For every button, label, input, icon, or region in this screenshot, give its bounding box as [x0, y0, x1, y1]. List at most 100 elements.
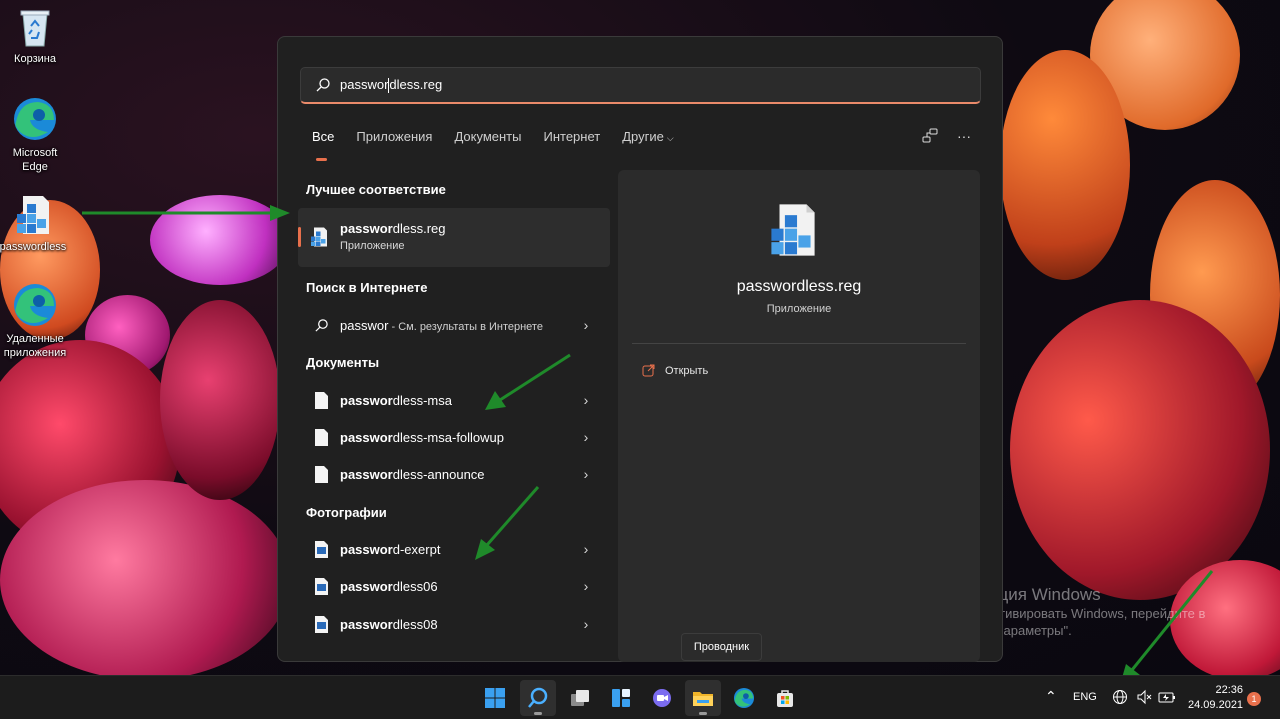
clock[interactable]: 22:36 24.09.2021 — [1188, 683, 1243, 713]
photo-result[interactable]: passwordless08 › — [298, 607, 610, 641]
search-panel: passwordless.reg Все Приложения Документ… — [277, 36, 1003, 662]
web-search-result[interactable]: passwor - См. результаты в Интернете › — [298, 308, 610, 342]
document-result[interactable]: passwordless-announce › — [298, 457, 610, 491]
search-icon — [313, 318, 329, 333]
best-match-name: passwordless.reg — [340, 221, 446, 236]
web-result-suffix: - См. результаты в Интернете — [388, 320, 543, 333]
speaker-muted-icon[interactable] — [1136, 689, 1152, 705]
photo-result[interactable]: passwordless06 › — [298, 569, 610, 603]
folder-icon — [693, 692, 713, 706]
photo-name: passwordless08 — [340, 617, 576, 632]
image-file-icon — [313, 540, 329, 558]
taskbar: ⌃ ENG 22:36 24.09.2021 1 — [0, 675, 1280, 719]
section-photos: Фотографии — [306, 505, 387, 520]
desktop-icon-edge[interactable]: Microsoft Edge — [0, 96, 70, 174]
chevron-right-icon[interactable]: › — [576, 578, 596, 594]
preview-title: passwordless.reg — [736, 278, 862, 295]
match-bold: passwor — [340, 578, 393, 594]
share-button[interactable] — [919, 125, 941, 147]
document-icon — [313, 391, 329, 409]
edge-icon — [14, 284, 56, 326]
chevron-down-icon: ⌵ — [666, 133, 674, 143]
wallpaper-shape — [0, 480, 290, 675]
tab-web[interactable]: Интернет — [532, 129, 611, 153]
wallpaper-shape — [1000, 50, 1130, 280]
document-result[interactable]: passwordless-msa-followup › — [298, 420, 610, 454]
match-bold: passwor — [340, 392, 393, 408]
photo-name: passwordless06 — [340, 579, 576, 594]
open-action[interactable]: Открыть — [642, 364, 708, 377]
preview-type: Приложение — [766, 303, 832, 315]
tab-more-label: Другие — [622, 129, 664, 144]
best-match-type: Приложение — [340, 240, 405, 252]
desktop-icon-recycle-bin[interactable]: Корзина — [0, 8, 70, 66]
document-name: passwordless-announce — [340, 467, 576, 482]
section-web: Поиск в Интернете — [306, 280, 428, 295]
chevron-right-icon[interactable]: › — [576, 392, 596, 408]
best-match-result[interactable]: passwordless.reg Приложение — [298, 208, 610, 267]
match-rest: dless-announce — [392, 466, 485, 482]
edge-icon — [14, 98, 56, 140]
chevron-right-icon[interactable]: › — [576, 541, 596, 557]
match-bold: passwor — [340, 616, 393, 632]
search-query-typed: passwor — [340, 76, 389, 92]
search-input[interactable]: passwordless.reg — [300, 67, 981, 104]
battery-charging-icon[interactable] — [1158, 689, 1176, 705]
document-icon — [313, 465, 329, 483]
match-rest: dless08 — [392, 616, 438, 632]
match-rest: d-exerpt — [392, 541, 441, 557]
edge-taskbar-button[interactable] — [726, 680, 762, 716]
show-hidden-icons-button[interactable]: ⌃ — [1045, 688, 1057, 705]
document-icon — [313, 428, 329, 446]
chat-icon — [653, 689, 671, 707]
start-button[interactable] — [477, 680, 513, 716]
section-documents: Документы — [306, 355, 380, 370]
teams-chat-button[interactable] — [644, 680, 680, 716]
desktop-icon-label: Удаленные приложения — [3, 333, 67, 359]
task-view-icon — [571, 690, 589, 706]
explorer-tooltip: Проводник — [681, 633, 762, 661]
file-explorer-button[interactable] — [685, 680, 721, 716]
chevron-right-icon[interactable]: › — [576, 466, 596, 482]
more-icon: ··· — [957, 128, 971, 144]
photo-name: password-exerpt — [340, 542, 576, 557]
divider — [632, 343, 966, 344]
store-button[interactable] — [767, 680, 803, 716]
open-label: Открыть — [665, 364, 709, 377]
search-taskbar-button[interactable] — [520, 680, 556, 716]
more-options-button[interactable]: ··· — [953, 125, 975, 147]
selection-indicator — [298, 227, 301, 247]
tab-all[interactable]: Все — [312, 129, 345, 161]
notification-badge[interactable]: 1 — [1247, 692, 1261, 706]
desktop-icon-passwordless[interactable]: passwordless — [0, 194, 68, 254]
image-file-icon — [313, 615, 329, 633]
wallpaper-shape — [1010, 300, 1270, 600]
language-indicator[interactable]: ENG — [1073, 691, 1097, 703]
web-query: passwor — [340, 317, 389, 333]
chevron-right-icon[interactable]: › — [576, 317, 596, 333]
photo-result[interactable]: password-exerpt › — [298, 532, 610, 566]
windows-logo-icon — [485, 688, 505, 708]
document-result[interactable]: passwordless-msa › — [298, 383, 610, 417]
match-rest: dless-msa-followup — [392, 429, 505, 445]
store-icon — [777, 690, 793, 707]
tab-apps[interactable]: Приложения — [345, 129, 443, 153]
tab-documents[interactable]: Документы — [443, 129, 532, 153]
search-query-completion: dless.reg — [389, 76, 443, 92]
chevron-right-icon[interactable]: › — [576, 429, 596, 445]
match-bold: passwor — [340, 429, 393, 445]
match-bold: passwor — [340, 221, 393, 236]
preview-pane: passwordless.reg Приложение Открыть — [618, 170, 980, 662]
image-file-icon — [313, 577, 329, 595]
match-bold: passwor — [340, 541, 393, 557]
open-external-icon — [642, 364, 655, 377]
globe-network-icon[interactable] — [1112, 689, 1128, 705]
desktop-icon-remote-apps[interactable]: Удаленные приложения — [0, 282, 70, 360]
desktop-icon-label: Корзина — [14, 53, 56, 65]
widgets-button[interactable] — [603, 680, 639, 716]
tab-more[interactable]: Другие ⌵ — [611, 129, 684, 153]
recycle-bin-icon — [20, 10, 50, 47]
clock-date: 24.09.2021 — [1188, 699, 1244, 711]
task-view-button[interactable] — [562, 680, 598, 716]
chevron-right-icon[interactable]: › — [576, 616, 596, 632]
